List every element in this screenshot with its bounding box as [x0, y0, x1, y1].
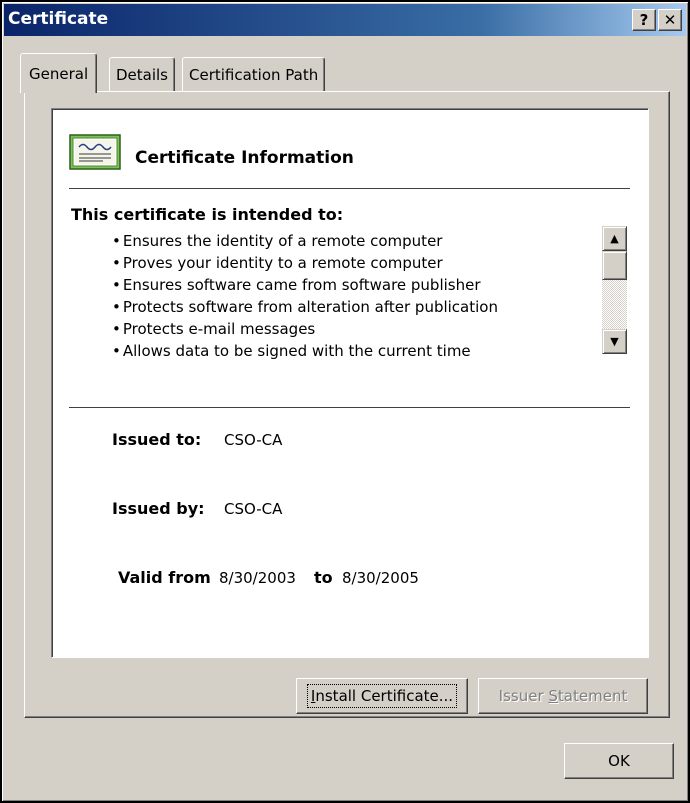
purpose-scrollbar[interactable]: ▲ ▼	[602, 226, 627, 354]
divider	[69, 407, 630, 409]
tab-certification-path[interactable]: Certification Path	[182, 57, 326, 91]
issued-to-label: Issued to:	[112, 430, 202, 449]
help-button[interactable]: ?	[632, 9, 656, 31]
certificate-dialog: Certificate ? ✕ General Details Certific…	[0, 0, 690, 803]
list-item: Protects software from alteration after …	[112, 296, 498, 318]
close-button[interactable]: ✕	[658, 9, 682, 31]
certificate-info-heading: Certificate Information	[135, 148, 354, 168]
tab-general[interactable]: General	[20, 53, 98, 93]
issued-by-value: CSO-CA	[224, 500, 283, 518]
valid-to-label: to	[314, 568, 333, 587]
purpose-title: This certificate is intended to:	[71, 205, 344, 224]
certificate-icon	[69, 134, 121, 170]
certificate-info-box: Certificate Information This certificate…	[51, 108, 649, 658]
valid-to-value: 8/30/2005	[342, 569, 419, 587]
list-item: Proves your identity to a remote compute…	[112, 252, 498, 274]
list-item: Allows data to be signed with the curren…	[112, 340, 498, 362]
window-title: Certificate	[8, 9, 109, 29]
scroll-up-button[interactable]: ▲	[602, 226, 627, 251]
title-bar[interactable]: Certificate ? ✕	[4, 4, 686, 36]
scroll-thumb[interactable]	[602, 251, 627, 280]
tab-certification-path-label: Certification Path	[189, 65, 319, 84]
divider	[69, 188, 630, 190]
tab-details-label: Details	[116, 65, 169, 84]
purpose-list: Ensures the identity of a remote compute…	[112, 230, 498, 362]
arrow-down-icon: ▼	[610, 335, 619, 348]
list-item: Ensures software came from software publ…	[112, 274, 498, 296]
issued-by-label: Issued by:	[112, 499, 205, 518]
valid-from-value: 8/30/2003	[219, 569, 296, 587]
help-icon: ?	[639, 10, 649, 29]
tab-general-label: General	[29, 64, 89, 83]
issued-to-value: CSO-CA	[224, 431, 283, 449]
list-item: Protects e-mail messages	[112, 318, 498, 340]
scroll-down-button[interactable]: ▼	[602, 329, 627, 354]
ok-button[interactable]: OK	[564, 743, 674, 779]
valid-from-label: Valid from	[118, 568, 211, 587]
close-icon: ✕	[663, 10, 677, 29]
list-item: Ensures the identity of a remote compute…	[112, 230, 498, 252]
arrow-up-icon: ▲	[610, 232, 619, 245]
tab-details[interactable]: Details	[109, 57, 176, 91]
ok-label: OK	[608, 752, 630, 770]
